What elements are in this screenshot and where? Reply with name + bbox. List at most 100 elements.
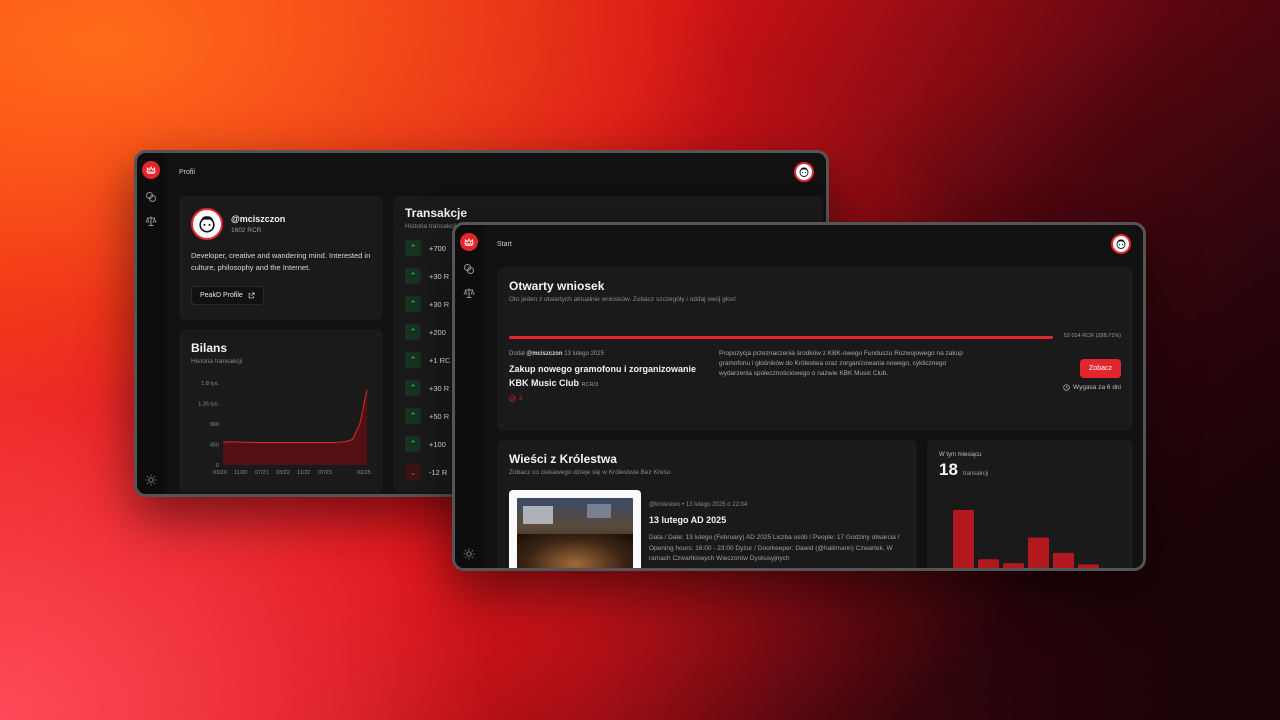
news-image[interactable] xyxy=(509,490,641,568)
topbar: Start xyxy=(483,225,1143,263)
stats-unit: transakcji xyxy=(962,471,989,477)
start-window: Start Otwarty wniosek Oto jeden z otwart… xyxy=(452,222,1146,571)
proposal-vote-count: 3 xyxy=(519,395,523,402)
open-proposal-card: Otwarty wniosek Oto jeden z otwartych ak… xyxy=(497,267,1133,431)
x-tick-label: 11/20 xyxy=(234,470,247,476)
sidebar xyxy=(137,153,165,494)
transaction-amount: +200 xyxy=(429,327,446,337)
transaction-amount: +700 xyxy=(429,243,446,253)
transaction-amount: +50 R xyxy=(429,411,450,421)
page-title: Profil xyxy=(179,168,195,176)
proposal-expiry-text: Wygasa za 6 dni xyxy=(1073,384,1121,391)
sidebar xyxy=(455,225,483,568)
transaction-amount: +30 R xyxy=(429,299,450,309)
x-tick-label: 02/25 xyxy=(357,470,371,476)
y-tick-label: 450 xyxy=(210,443,219,449)
y-tick-label: 1,35 tys. xyxy=(198,402,219,408)
stats-label: W tym miesiącu xyxy=(939,452,982,458)
proposal-section-title: Otwarty wniosek xyxy=(509,279,605,293)
peakd-profile-button[interactable]: PeakD Profile xyxy=(191,286,264,305)
scales-icon[interactable] xyxy=(145,215,157,227)
scales-icon[interactable] xyxy=(463,287,475,299)
proposal-date: 13 lutego 2025 xyxy=(564,351,604,357)
view-proposal-button[interactable]: Zobacz xyxy=(1080,359,1121,378)
arrow-up-icon: ⌃ xyxy=(405,380,421,396)
proposal-progress-label: 52 014 RCR (288,71%) xyxy=(1063,333,1121,339)
transactions-title: Transakcje xyxy=(405,206,468,220)
transaction-amount: +30 R xyxy=(429,271,450,281)
profile-avatar xyxy=(191,208,223,240)
arrow-down-icon: ⌄ xyxy=(405,464,421,480)
crown-logo-icon[interactable] xyxy=(142,161,160,179)
profile-card: @mciszczon 1602 RCR Developer, creative … xyxy=(179,196,383,320)
proposal-description: Propozycja przeznaczenia środków z KBK-o… xyxy=(719,350,963,377)
transaction-amount: +30 R xyxy=(429,383,450,393)
coins-icon[interactable] xyxy=(145,191,157,203)
x-tick-label: 11/22 xyxy=(297,470,310,476)
arrow-up-icon: ⌃ xyxy=(405,408,421,424)
news-card: Wieści z Królestwa Zobacz co ciekawego d… xyxy=(497,440,917,568)
proposal-title[interactable]: Zakup nowego gramofonu i zorganizowanie … xyxy=(509,362,704,392)
user-avatar[interactable] xyxy=(794,162,814,182)
crown-logo-icon[interactable] xyxy=(460,233,478,251)
user-avatar[interactable] xyxy=(1111,234,1131,254)
balance-card: Bilans Historia transakcji 0 450 900 1,35 t… xyxy=(179,329,383,493)
news-photo xyxy=(517,498,633,568)
profile-handle: @mciszczon xyxy=(231,214,286,224)
coins-icon[interactable] xyxy=(463,263,475,275)
clock-icon xyxy=(1063,384,1070,391)
sun-theme-icon[interactable] xyxy=(463,548,475,560)
vote-icon xyxy=(509,395,516,402)
proposal-progress-fill xyxy=(509,336,1053,339)
balance-chart: 0 450 900 1,35 tys. 1,8 tys. 03/20 11/20 07/21 0… xyxy=(198,381,371,476)
proposal-meta-prefix: Dodał xyxy=(509,351,525,357)
arrow-up-icon: ⌃ xyxy=(405,268,421,284)
arrow-up-icon: ⌃ xyxy=(405,324,421,340)
proposal-author[interactable]: @mciszczon xyxy=(526,351,562,357)
stats-bar xyxy=(1028,537,1049,568)
arrow-up-icon: ⌃ xyxy=(405,352,421,368)
proposal-expiry: Wygasa za 6 dni xyxy=(1063,384,1121,391)
y-tick-label: 900 xyxy=(210,422,219,428)
monthly-stats-card: W tym miesiącu 18 transakcji xyxy=(927,440,1133,568)
balance-title: Bilans xyxy=(191,341,228,355)
transaction-amount: +100 xyxy=(429,439,446,449)
stats-bar xyxy=(978,559,999,568)
proposal-section-subtitle: Oto jeden z otwartych aktualnie wniosków… xyxy=(509,296,736,303)
sun-theme-icon[interactable] xyxy=(145,474,157,486)
news-body: Data / Date: 13 lutego (February) AD 202… xyxy=(649,534,900,562)
proposal-title-text: Zakup nowego gramofonu i zorganizowanie … xyxy=(509,364,697,388)
news-section-subtitle: Zobacz co ciekawego dzieje się w Królest… xyxy=(509,469,671,476)
proposal-meta: Dodał @mciszczon 13 lutego 2025 xyxy=(509,351,604,357)
balance-area xyxy=(223,389,367,465)
peakd-profile-label: PeakD Profile xyxy=(200,292,243,299)
external-link-icon xyxy=(248,292,255,299)
news-title[interactable]: 13 lutego AD 2025 xyxy=(649,515,726,525)
proposal-progress-bar xyxy=(509,336,1053,339)
balance-line xyxy=(222,389,368,443)
news-meta: @krolestwo • 13 lutego 2025 o 22:04 xyxy=(649,502,748,508)
profile-bio: Developer, creative and wandering mind. … xyxy=(191,251,371,272)
profile-balance: 1602 RCR xyxy=(231,227,262,234)
proposal-votes: 3 xyxy=(509,395,522,402)
stats-bar xyxy=(1053,552,1074,568)
arrow-up-icon: ⌃ xyxy=(405,240,421,256)
y-tick-label: 0 xyxy=(216,463,219,469)
stats-bar xyxy=(953,510,974,568)
news-section-title: Wieści z Królestwa xyxy=(509,452,617,466)
arrow-up-icon: ⌃ xyxy=(405,296,421,312)
page-title: Start xyxy=(497,240,512,248)
x-tick-label: 07/21 xyxy=(255,470,269,476)
y-tick-label: 1,8 tys. xyxy=(201,381,219,387)
x-tick-label: 03/20 xyxy=(213,470,227,476)
stats-bar xyxy=(1078,564,1099,568)
x-tick-label: 03/22 xyxy=(276,470,290,476)
topbar: Profil xyxy=(165,153,826,191)
transaction-amount: +1 RC xyxy=(429,355,451,365)
stats-value: 18 xyxy=(939,460,958,479)
transaction-amount: -12 R xyxy=(429,467,448,477)
monthly-transactions-chart xyxy=(953,510,1099,568)
arrow-up-icon: ⌃ xyxy=(405,436,421,452)
x-tick-label: 07/23 xyxy=(318,470,332,476)
proposal-tag: RCR/3 xyxy=(581,382,599,388)
